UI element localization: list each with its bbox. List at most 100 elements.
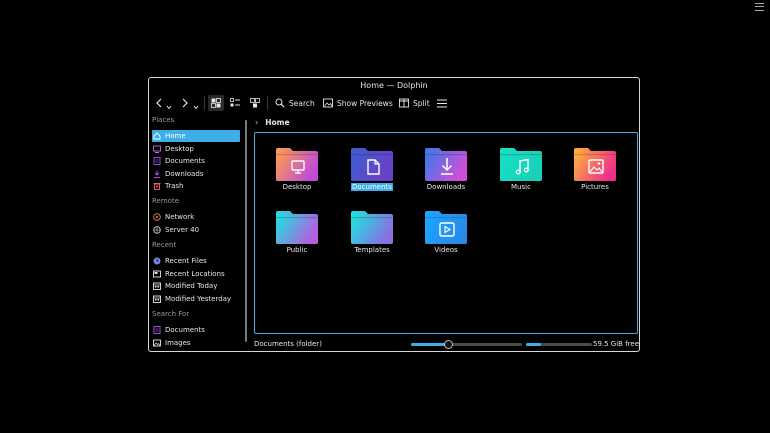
sidebar-item-label: Network [165, 213, 195, 221]
sidebar-item-server-40[interactable]: Server 40 [152, 224, 240, 236]
file-item-templates[interactable]: Templates [337, 211, 407, 266]
breadcrumb-home[interactable]: Home [265, 118, 289, 127]
file-item-label: Desktop [262, 183, 332, 191]
sidebar-item-downloads[interactable]: Downloads [152, 168, 240, 180]
toolbar: Search Show Previews Split [149, 93, 639, 113]
videos-folder-icon [425, 211, 467, 244]
file-item-videos[interactable]: Videos [411, 211, 481, 266]
back-arrow-icon [156, 98, 162, 108]
recent-section-header: Recent [152, 241, 177, 249]
network-icon [153, 213, 161, 221]
sidebar-item-network[interactable]: Network [152, 211, 240, 223]
compact-view-button[interactable] [229, 95, 241, 111]
server-icon [153, 225, 161, 234]
sidebar-item-label: Home [165, 132, 186, 140]
search-button[interactable]: Search [275, 95, 315, 111]
sidebar-item-documents[interactable]: Documents [152, 324, 240, 336]
icons-view-icon [211, 98, 221, 108]
file-name-text: Public [286, 246, 308, 254]
hamburger-menu-button[interactable] [437, 95, 447, 111]
split-view-icon [399, 98, 409, 108]
file-item-desktop[interactable]: Desktop [262, 148, 332, 203]
file-name-text: Pictures [581, 183, 609, 191]
desktop-menu-icon[interactable] [755, 3, 764, 11]
trash-icon [153, 182, 161, 190]
details-view-button[interactable] [249, 95, 261, 111]
status-bar: Documents (folder) 59.5 GiB free [149, 336, 640, 351]
sidebar-item-label: Recent Locations [165, 269, 225, 278]
places-section-header: Places [152, 116, 175, 124]
details-view-icon [250, 98, 260, 108]
recent-locations-icon [153, 270, 161, 278]
templates-folder-icon [351, 211, 393, 244]
downloads-folder-icon [425, 148, 467, 181]
back-history-button[interactable] [166, 99, 172, 115]
pictures-folder-icon [574, 148, 616, 181]
file-item-pictures[interactable]: Pictures [560, 148, 630, 203]
free-space-text: 59.5 GiB free [593, 340, 640, 348]
sidebar-item-label: Desktop [165, 144, 194, 153]
calendar-icon [153, 295, 161, 303]
sidebar-item-documents[interactable]: Documents [152, 155, 240, 167]
show-previews-button[interactable]: Show Previews [323, 95, 393, 111]
sidebar-item-recent-locations[interactable]: Recent Locations [152, 268, 240, 280]
file-item-label: Videos [411, 246, 481, 254]
public-folder-icon [276, 211, 318, 244]
file-item-label: Templates [337, 246, 407, 254]
sidebar-item-recent-files[interactable]: Recent Files [152, 255, 240, 267]
split-button[interactable]: Split [399, 95, 430, 111]
sidebar-item-label: Trash [165, 182, 184, 190]
toolbar-separator [204, 96, 205, 110]
file-item-label: Public [262, 246, 332, 254]
file-item-label: Pictures [560, 183, 630, 191]
sidebar-item-modified-yesterday[interactable]: Modified Yesterday [152, 293, 240, 305]
forward-button[interactable] [181, 95, 189, 111]
file-item-documents[interactable]: Documents [337, 148, 407, 203]
search-label: Search [289, 98, 315, 108]
file-item-downloads[interactable]: Downloads [411, 148, 481, 203]
status-text: Documents (folder) [254, 340, 322, 348]
file-name-text: Videos [434, 246, 458, 254]
file-item-music[interactable]: Music [486, 148, 556, 203]
chevron-down-icon [193, 105, 199, 109]
disk-space-bar[interactable] [526, 343, 592, 346]
documents-folder-icon [351, 148, 393, 181]
sidebar-item-desktop[interactable]: Desktop [152, 143, 240, 155]
zoom-slider[interactable] [411, 340, 522, 349]
icons-view-button[interactable] [208, 95, 224, 111]
dolphin-window: Home — Dolphin Search Show Previews Spli… [148, 77, 640, 352]
documents-icon [153, 326, 161, 334]
sidebar-item-modified-today[interactable]: Modified Today [152, 280, 240, 292]
sidebar-item-label: Modified Today [165, 282, 218, 290]
downloads-icon [153, 170, 161, 178]
sidebar-item-label: Documents [165, 326, 205, 334]
music-folder-icon [500, 148, 542, 181]
forward-arrow-icon [182, 98, 188, 108]
sidebar-item-trash[interactable]: Trash [152, 180, 240, 192]
show-previews-label: Show Previews [337, 98, 393, 108]
toolbar-separator [267, 96, 268, 110]
file-view[interactable]: Desktop Documents Downloads Music Pictur… [254, 132, 638, 334]
file-name-text: Desktop [282, 183, 312, 191]
file-item-public[interactable]: Public [262, 211, 332, 266]
sidebar-item-home[interactable]: Home [152, 130, 240, 142]
desktop-folder-icon [276, 148, 318, 181]
file-name-text: Documents [351, 183, 393, 191]
zoom-slider-handle[interactable] [443, 340, 453, 349]
split-label: Split [413, 98, 430, 108]
file-name-text: Downloads [426, 183, 466, 191]
sidebar-item-label: Modified Yesterday [165, 294, 232, 303]
chevron-right-icon: › [255, 117, 259, 127]
calendar-icon [153, 282, 161, 290]
forward-history-button[interactable] [193, 99, 199, 115]
file-name-text: Music [511, 183, 531, 191]
search-icon [275, 98, 285, 108]
breadcrumb[interactable]: › Home [255, 116, 290, 128]
remote-section-header: Remote [152, 197, 180, 205]
sidebar-item-label: Server 40 [165, 225, 200, 234]
back-button[interactable] [155, 95, 163, 111]
sidebar-item-label: Downloads [165, 169, 204, 178]
places-scrollbar[interactable] [245, 120, 247, 342]
desktop-icon [153, 145, 161, 153]
file-item-label: Music [486, 183, 556, 191]
